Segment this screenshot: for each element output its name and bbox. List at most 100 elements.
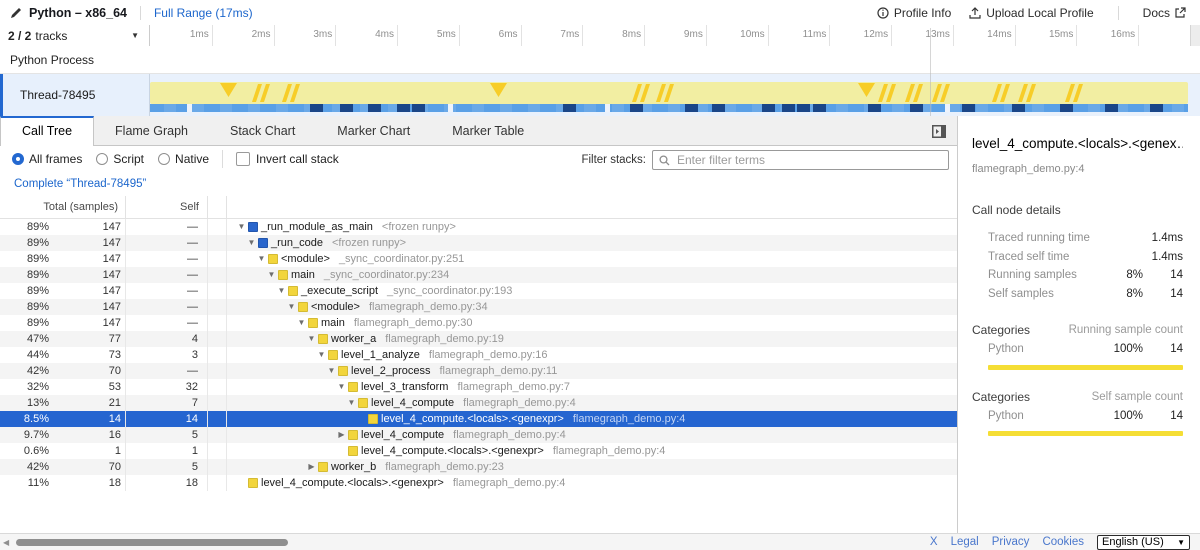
call-tree-body: 89%147—▼_run_module_as_main<frozen runpy…	[0, 219, 957, 491]
call-tree-row[interactable]: 0.6%11level_4_compute.<locals>.<genexpr>…	[0, 443, 957, 459]
column-header-self[interactable]: Self	[126, 196, 208, 218]
frame-name: level_4_compute.<locals>.<genexpr>	[261, 475, 444, 491]
track-python-process[interactable]: Python Process	[0, 46, 1200, 74]
ruler-tick: 15ms	[1076, 25, 1077, 46]
search-icon	[659, 155, 670, 166]
expanded-triangle-icon[interactable]: ▼	[335, 379, 348, 395]
timeline-ruler[interactable]: 1ms2ms3ms4ms5ms6ms7ms8ms9ms10ms11ms12ms1…	[150, 25, 1190, 46]
tab-stack-chart[interactable]: Stack Chart	[209, 116, 316, 145]
thread-track-canvas[interactable]	[150, 74, 1190, 116]
frame-file: flamegraph_demo.py:34	[369, 299, 488, 315]
call-tree-header: Total (samples) Self	[0, 196, 957, 219]
call-tree-row[interactable]: 89%147—▼_run_code<frozen runpy>	[0, 235, 957, 251]
frame-name: _execute_script	[301, 283, 378, 299]
sidebar-metrics: Traced running time1.4msTraced self time…	[972, 229, 1183, 303]
frame-file: <frozen runpy>	[382, 219, 456, 235]
tab-flame-graph[interactable]: Flame Graph	[94, 116, 209, 145]
yellow-frame-icon	[358, 398, 368, 408]
call-tree-row[interactable]: 89%147—▼<module>_sync_coordinator.py:251	[0, 251, 957, 267]
docs-button[interactable]: Docs	[1143, 6, 1186, 20]
call-tree-row[interactable]: 8.5%1414level_4_compute.<locals>.<genexp…	[0, 411, 957, 427]
frame-name: worker_a	[331, 331, 376, 347]
tab-marker-table[interactable]: Marker Table	[431, 116, 545, 145]
yellow-frame-icon	[348, 382, 358, 392]
radio-icon	[96, 153, 108, 165]
call-tree-row[interactable]: 9.7%165▶level_4_computeflamegraph_demo.p…	[0, 427, 957, 443]
call-tree-row[interactable]: 89%147—▼_run_module_as_main<frozen runpy…	[0, 219, 957, 235]
footer-link-cookies[interactable]: Cookies	[1042, 536, 1084, 548]
footer-close-link[interactable]: X	[930, 536, 938, 548]
ruler-tick: 10ms	[768, 25, 769, 46]
frame-file: flamegraph_demo.py:30	[354, 315, 473, 331]
expanded-triangle-icon[interactable]: ▼	[305, 331, 318, 347]
frame-file: flamegraph_demo.py:16	[429, 347, 548, 363]
column-header-total[interactable]: Total (samples)	[0, 196, 126, 218]
sidebar-category-block: CategoriesSelf sample countPython100%14	[972, 387, 1183, 437]
profiler-app: Python – x86_64 Full Range (17ms) Profil…	[0, 0, 1200, 550]
breadcrumb-complete-thread[interactable]: Complete “Thread-78495”	[14, 178, 146, 190]
breadcrumb: Complete “Thread-78495”	[0, 172, 957, 196]
column-header-spacer	[208, 196, 227, 218]
call-tree-row[interactable]: 44%733▼level_1_analyzeflamegraph_demo.py…	[0, 347, 957, 363]
filter-stacks-input[interactable]	[675, 152, 942, 168]
call-tree-row[interactable]: 89%147—▼_execute_script_sync_coordinator…	[0, 283, 957, 299]
call-tree-row[interactable]: 89%147—▼mainflamegraph_demo.py:30	[0, 315, 957, 331]
dropdown-caret-icon: ▼	[131, 31, 139, 40]
tab-bar: Call TreeFlame GraphStack ChartMarker Ch…	[0, 116, 957, 146]
expanded-triangle-icon[interactable]: ▼	[235, 219, 248, 235]
expanded-triangle-icon[interactable]: ▼	[255, 251, 268, 267]
call-tree-row[interactable]: 89%147—▼<module>flamegraph_demo.py:34	[0, 299, 957, 315]
expanded-triangle-icon[interactable]: ▼	[265, 267, 278, 283]
upload-icon	[969, 7, 981, 19]
call-tree-row[interactable]: 89%147—▼main_sync_coordinator.py:234	[0, 267, 957, 283]
upload-profile-button[interactable]: Upload Local Profile	[969, 6, 1093, 20]
sidebar-node-title: level_4_compute.<locals>.<genex…	[972, 136, 1183, 151]
frame-file: flamegraph_demo.py:19	[385, 331, 504, 347]
sidebar-section-title: Call node details	[972, 203, 1183, 217]
call-tree-row[interactable]: 42%705▶worker_bflamegraph_demo.py:23	[0, 459, 957, 475]
ruler-tick: 3ms	[335, 25, 336, 46]
select-caret-icon: ▼	[1177, 538, 1185, 547]
expanded-triangle-icon[interactable]: ▼	[345, 395, 358, 411]
invert-call-stack-checkbox[interactable]: Invert call stack	[236, 152, 339, 166]
yellow-frame-icon	[308, 318, 318, 328]
scroll-left-arrow-icon[interactable]: ◀	[3, 538, 9, 547]
header-divider	[140, 6, 141, 20]
call-tree-row[interactable]: 11%1818level_4_compute.<locals>.<genexpr…	[0, 475, 957, 491]
tab-marker-chart[interactable]: Marker Chart	[316, 116, 431, 145]
call-tree-row[interactable]: 47%774▼worker_aflamegraph_demo.py:19	[0, 331, 957, 347]
footer-link-privacy[interactable]: Privacy	[992, 536, 1030, 548]
language-select[interactable]: English (US) ▼	[1097, 535, 1190, 550]
tab-call-tree[interactable]: Call Tree	[0, 116, 94, 146]
radio-script[interactable]: Script	[96, 152, 144, 166]
footer-bar: ◀ X Legal Privacy Cookies English (US) ▼	[0, 533, 1200, 550]
expanded-triangle-icon[interactable]: ▼	[295, 315, 308, 331]
collapsed-triangle-icon[interactable]: ▶	[335, 427, 348, 443]
sidebar-toggle-button[interactable]	[932, 125, 946, 138]
tracks-dropdown[interactable]: 2 / 2 tracks ▼	[0, 25, 150, 46]
frame-file: flamegraph_demo.py:4	[453, 475, 566, 491]
call-tree-row[interactable]: 42%70—▼level_2_processflamegraph_demo.py…	[0, 363, 957, 379]
expanded-triangle-icon[interactable]: ▼	[315, 347, 328, 363]
profile-info-button[interactable]: Profile Info	[877, 6, 951, 20]
footer-link-legal[interactable]: Legal	[951, 536, 979, 548]
yellow-frame-icon	[338, 366, 348, 376]
thread-track-label[interactable]: Thread-78495	[0, 74, 150, 116]
expanded-triangle-icon[interactable]: ▼	[285, 299, 298, 315]
horizontal-scrollbar-thumb[interactable]	[16, 539, 288, 546]
expanded-triangle-icon[interactable]: ▼	[245, 235, 258, 251]
expanded-triangle-icon[interactable]: ▼	[325, 363, 338, 379]
radio-all-frames[interactable]: All frames	[12, 152, 82, 166]
edit-profile-name-icon[interactable]	[10, 7, 22, 19]
full-range-button[interactable]: Full Range (17ms)	[154, 6, 253, 20]
radio-native[interactable]: Native	[158, 152, 209, 166]
yellow-frame-icon	[348, 430, 358, 440]
frame-name: <module>	[281, 251, 330, 267]
yellow-frame-icon	[298, 302, 308, 312]
yellow-frame-icon	[268, 254, 278, 264]
collapsed-triangle-icon[interactable]: ▶	[305, 459, 318, 475]
expanded-triangle-icon[interactable]: ▼	[275, 283, 288, 299]
call-tree-row[interactable]: 13%217▼level_4_computeflamegraph_demo.py…	[0, 395, 957, 411]
expand-spacer	[335, 443, 348, 459]
call-tree-row[interactable]: 32%5332▼level_3_transformflamegraph_demo…	[0, 379, 957, 395]
